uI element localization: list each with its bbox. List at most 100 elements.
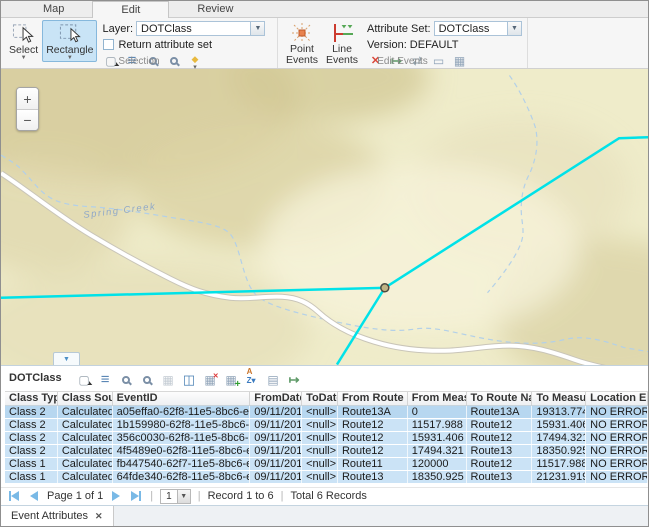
separator: |: [150, 490, 153, 502]
table-row[interactable]: Class 2Calculated4f5489e0-62f8-11e5-8bc6…: [5, 445, 648, 458]
pagination-bar: Page 1 of 1 | 1 ▼ | Record 1 to 6 | Tota…: [1, 487, 648, 506]
edit-events-group: Point Events Line Events Attribute Set:: [278, 18, 528, 68]
table-cell: fb447540-62f7-11e5-8bc6-ee32641d5ec9: [113, 458, 251, 470]
table-cell: 18350.925: [408, 471, 467, 483]
attribute-set-dropdown[interactable]: DOTClass ▼: [434, 21, 522, 36]
table-cell: 09/11/2015: [250, 458, 302, 470]
table-cell: 09/11/2015: [250, 419, 302, 431]
select-record-icon[interactable]: [76, 372, 93, 388]
attribute-set-caret-icon[interactable]: ▼: [507, 22, 521, 35]
table-cell: Route13: [467, 445, 533, 457]
panel-tab-bar: Event Attributes ✕: [1, 505, 648, 526]
clear-selection-icon[interactable]: [202, 372, 219, 388]
table-cell: 09/11/2015: [250, 471, 302, 483]
table-row[interactable]: Class 2Calculateda05effa0-62f8-11e5-8bc6…: [5, 406, 648, 419]
table-cell: <null>: [302, 432, 338, 444]
table-cell: 21231.919: [532, 471, 586, 483]
tab-event-attributes-label: Event Attributes: [11, 510, 88, 522]
pan-to-record-icon[interactable]: [139, 372, 156, 388]
show-form-icon[interactable]: [265, 372, 282, 388]
page-number-caret-icon[interactable]: ▼: [177, 490, 190, 503]
column-header[interactable]: Class Type: [5, 392, 58, 405]
column-header[interactable]: To Route Name: [467, 392, 533, 405]
attribute-set-value: DOTClass: [435, 23, 507, 35]
table-cell: 11517.988: [532, 458, 586, 470]
tab-review[interactable]: Review: [169, 1, 261, 17]
table-cell: Class 2: [5, 406, 58, 418]
layer-dropdown-caret-icon[interactable]: ▼: [250, 22, 264, 35]
add-record-icon[interactable]: [223, 372, 240, 388]
table-cell: Route12: [338, 445, 408, 457]
column-header[interactable]: Class Source: [58, 392, 113, 405]
application-window: Map Edit Review Select ▼: [0, 0, 649, 527]
table-cell: Route13: [467, 471, 533, 483]
column-header[interactable]: EventID: [113, 392, 251, 405]
edit-events-group-label: Edit Events: [278, 56, 527, 68]
zoom-out-button[interactable]: −: [17, 109, 38, 130]
column-header[interactable]: From Route Name: [338, 392, 408, 405]
next-page-button[interactable]: [110, 491, 122, 501]
table-cell: Route12: [467, 458, 533, 470]
table-cell: Route11: [338, 458, 408, 470]
save-edits-icon[interactable]: [160, 372, 177, 388]
table-cell: 1b159980-62f8-11e5-8bc6-ee32641d5ec9: [113, 419, 251, 431]
table-body: Class 2Calculateda05effa0-62f8-11e5-8bc6…: [5, 406, 648, 484]
column-header[interactable]: To Measure: [532, 392, 586, 405]
page-number-dropdown[interactable]: 1 ▼: [160, 489, 191, 504]
table-cell: NO ERROR: [586, 445, 648, 457]
sort-records-icon[interactable]: [244, 368, 261, 384]
table-cell: <null>: [302, 445, 338, 457]
selection-group: Select ▼ Rectangle ▼ Layer: DOTClass: [1, 18, 278, 68]
column-header[interactable]: Location Error: [586, 392, 648, 405]
previous-page-button[interactable]: [28, 491, 40, 501]
table-cell: Route12: [467, 432, 533, 444]
layer-label: Layer:: [102, 23, 133, 35]
zoom-in-button[interactable]: +: [17, 88, 38, 109]
table-row[interactable]: Class 2Calculated356c0030-62f8-11e5-8bc6…: [5, 432, 648, 445]
table-cell: Class 2: [5, 419, 58, 431]
table-cell: Route13: [338, 471, 408, 483]
layer-value: DOTClass: [137, 23, 250, 35]
rectangle-tool-icon: [57, 22, 83, 45]
table-cell: Class 1: [5, 458, 58, 470]
table-cell: NO ERROR: [586, 406, 648, 418]
layer-dropdown[interactable]: DOTClass ▼: [136, 21, 265, 36]
event-attributes-panel: DOTClass Class TypeClass SourceEventIDFr…: [1, 365, 648, 526]
table-row[interactable]: Class 1Calculatedfb447540-62f7-11e5-8bc6…: [5, 458, 648, 471]
table-row[interactable]: Class 2Calculated1b159980-62f8-11e5-8bc6…: [5, 419, 648, 432]
zoom-to-record-icon[interactable]: [118, 372, 135, 388]
point-events-icon: [290, 22, 314, 44]
table-cell: 120000: [408, 458, 467, 470]
version-label: Version: DEFAULT: [367, 39, 459, 51]
table-cell: 19313.774: [532, 406, 586, 418]
attribute-set-label: Attribute Set:: [367, 23, 431, 35]
column-header[interactable]: From Measure: [408, 392, 467, 405]
table-cell: 18350.925: [532, 445, 586, 457]
last-page-button[interactable]: [129, 491, 143, 501]
column-header[interactable]: FromDate: [250, 392, 302, 405]
measures-icon[interactable]: [286, 372, 303, 388]
table-cell: NO ERROR: [586, 419, 648, 431]
tab-event-attributes[interactable]: Event Attributes ✕: [1, 506, 114, 526]
map-zoom-control: + −: [16, 87, 39, 131]
table-header-row: Class TypeClass SourceEventIDFromDateToD…: [5, 391, 648, 406]
first-page-button[interactable]: [7, 491, 21, 501]
return-attribute-set-checkbox[interactable]: [103, 39, 114, 50]
tab-close-icon[interactable]: ✕: [95, 511, 103, 522]
table-cell: Calculated: [58, 432, 113, 444]
switch-selection-icon[interactable]: [181, 372, 198, 388]
map-canvas[interactable]: Spring Creek + −: [1, 69, 648, 365]
table-cell: Calculated: [58, 458, 113, 470]
table-cell: Route12: [338, 419, 408, 431]
table-cell: Calculated: [58, 419, 113, 431]
tab-edit[interactable]: Edit: [92, 1, 169, 18]
column-header[interactable]: ToDate: [302, 392, 338, 405]
tab-map[interactable]: Map: [15, 1, 92, 17]
panel-collapse-handle[interactable]: [53, 352, 80, 365]
table-cell: NO ERROR: [586, 432, 648, 444]
options-menu-icon[interactable]: [97, 371, 114, 387]
route-junction-marker[interactable]: [381, 284, 389, 292]
table-cell: NO ERROR: [586, 471, 648, 483]
panel-title: DOTClass: [9, 372, 62, 384]
table-row[interactable]: Class 1Calculated64fde340-62f8-11e5-8bc6…: [5, 471, 648, 484]
